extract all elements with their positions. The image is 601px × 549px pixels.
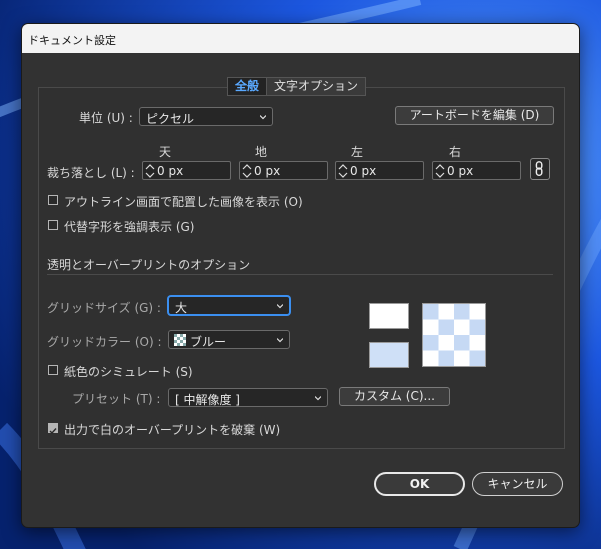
paper-preview-white — [369, 303, 409, 329]
spinner-arrows-icon[interactable] — [435, 163, 445, 179]
grid-size-select[interactable]: 大 — [168, 296, 290, 315]
units-label: 単位 (U) : — [79, 111, 133, 125]
tab-bar: 全般 文字オプション — [227, 77, 367, 96]
chevron-down-icon — [315, 396, 321, 401]
cancel-button[interactable]: キャンセル — [472, 472, 563, 496]
grid-color-value: ブルー — [190, 335, 227, 349]
bleed-top-input[interactable] — [157, 163, 227, 178]
grid-preview — [422, 303, 486, 367]
bleed-left-input[interactable] — [350, 163, 420, 178]
discard-overprint-checkbox[interactable] — [48, 423, 58, 435]
spinner-arrows-icon[interactable] — [338, 163, 348, 179]
units-select[interactable]: ピクセル — [139, 107, 273, 126]
bleed-bottom-heading: 地 — [255, 145, 268, 159]
bleed-right-input[interactable] — [447, 163, 517, 178]
bleed-left-heading: 左 — [351, 145, 364, 159]
document-settings-dialog: ドキュメント設定 全般 文字オプション 単位 (U) : ピクセル アートボード… — [21, 23, 580, 528]
grid-color-select[interactable]: ブルー — [168, 330, 290, 349]
ok-button[interactable]: OK — [374, 472, 465, 496]
discard-overprint-label[interactable]: 出力で白のオーバープリントを破棄 (W) — [64, 421, 280, 438]
grid-size-value: 大 — [175, 301, 188, 315]
simulate-paper-label[interactable]: 紙色のシミュレート (S) — [64, 363, 193, 380]
preset-select[interactable]: [ 中解像度 ] — [168, 388, 328, 407]
simulate-paper-checkbox[interactable] — [48, 365, 58, 375]
units-value: ピクセル — [146, 112, 195, 126]
outline-images-label[interactable]: アウトライン画面で配置した画像を表示 (O) — [64, 193, 303, 210]
checkmark-icon — [49, 428, 57, 435]
tab-text-options[interactable]: 文字オプション — [267, 77, 367, 96]
spinner-arrows-icon[interactable] — [242, 163, 252, 179]
bleed-right-field[interactable] — [432, 161, 521, 180]
highlight-glyphs-label[interactable]: 代替字形を強調表示 (G) — [64, 218, 194, 235]
chevron-down-icon — [260, 115, 266, 120]
highlight-glyphs-checkbox[interactable] — [48, 220, 58, 230]
link-bleed-button[interactable] — [530, 158, 550, 180]
transparency-section-title: 透明とオーバープリントのオプション — [47, 258, 251, 272]
bleed-right-heading: 右 — [449, 145, 462, 159]
bleed-top-field[interactable] — [142, 161, 231, 180]
bleed-label: 裁ち落とし (L) : — [47, 166, 135, 180]
tab-general[interactable]: 全般 — [227, 77, 268, 96]
bleed-bottom-input[interactable] — [254, 163, 324, 178]
grid-color-label: グリッドカラー (O) : — [47, 335, 162, 349]
paper-preview-tint — [369, 342, 409, 368]
chevron-down-icon — [277, 304, 283, 309]
spinner-arrows-icon[interactable] — [145, 163, 155, 179]
section-divider — [47, 274, 553, 275]
preset-value: [ 中解像度 ] — [175, 393, 240, 407]
dialog-titlebar[interactable]: ドキュメント設定 — [22, 24, 579, 53]
chevron-down-icon — [277, 338, 283, 343]
bleed-bottom-field[interactable] — [239, 161, 328, 180]
custom-button[interactable]: カスタム (C)... — [339, 387, 450, 406]
preset-label: プリセット (T) : — [72, 392, 161, 406]
dialog-title: ドキュメント設定 — [28, 34, 116, 47]
checker-swatch-icon — [174, 334, 186, 346]
grid-size-label: グリッドサイズ (G) : — [47, 301, 161, 315]
outline-images-checkbox[interactable] — [48, 195, 58, 205]
bleed-left-field[interactable] — [335, 161, 424, 180]
edit-artboard-button[interactable]: アートボードを編集 (D) — [395, 106, 554, 125]
bleed-top-heading: 天 — [159, 145, 172, 159]
link-icon — [535, 161, 543, 177]
